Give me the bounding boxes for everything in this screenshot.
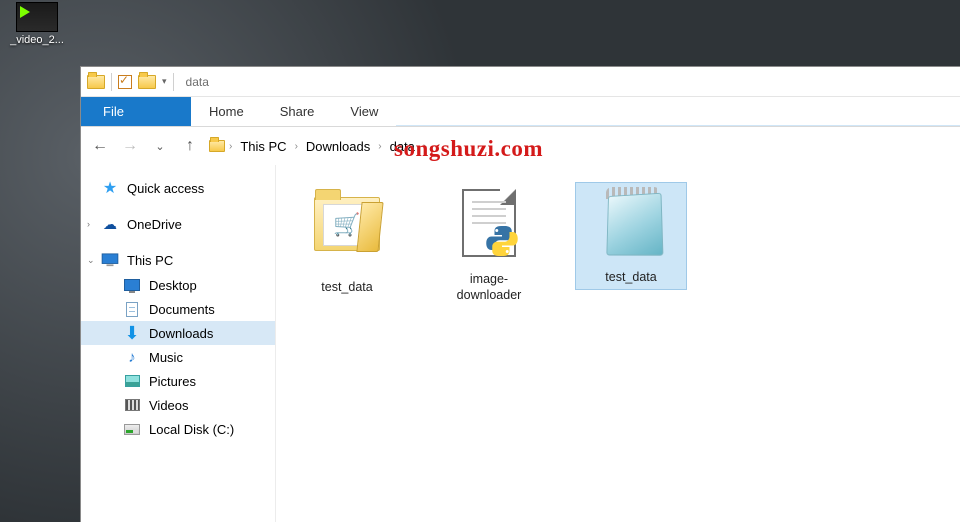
navigation-pane: ★ Quick access › ☁ OneDrive ⌄ This PC De… [81, 165, 276, 522]
nav-up-button[interactable]: ↑ [179, 135, 201, 157]
sidebar-item-downloads[interactable]: ⬇ Downloads [81, 321, 275, 345]
sidebar-item-videos[interactable]: Videos [81, 393, 275, 417]
sidebar-item-label: OneDrive [127, 217, 182, 232]
titlebar[interactable]: ▾ data [81, 67, 960, 97]
nav-recent-dropdown[interactable]: ⌄ [149, 135, 171, 157]
chevron-right-icon[interactable]: › [87, 219, 90, 229]
tab-home[interactable]: Home [191, 97, 262, 126]
file-label: test_data [296, 279, 398, 295]
separator [173, 73, 174, 91]
sidebar-item-music[interactable]: ♪ Music [81, 345, 275, 369]
nav-back-button[interactable]: ← [89, 135, 111, 157]
sidebar-item-documents[interactable]: Documents [81, 297, 275, 321]
sidebar-item-label: Documents [149, 302, 215, 317]
qat-dropdown-icon[interactable]: ▾ [162, 76, 167, 87]
desktop-shortcut-video[interactable]: _video_2... [0, 0, 74, 48]
explorer-body: ★ Quick access › ☁ OneDrive ⌄ This PC De… [81, 165, 960, 522]
sidebar-item-label: Videos [149, 398, 189, 413]
tab-view[interactable]: View [332, 97, 396, 126]
folder-icon [87, 75, 105, 89]
chevron-right-icon[interactable]: › [421, 141, 428, 152]
tab-share[interactable]: Share [262, 97, 333, 126]
file-label: test_data [580, 269, 682, 285]
sidebar-item-label: Quick access [127, 181, 204, 196]
pictures-icon [125, 375, 140, 387]
python-file-icon [449, 189, 529, 263]
sidebar-item-label: Desktop [149, 278, 197, 293]
notepad-icon [591, 187, 671, 261]
tab-file[interactable]: File [81, 97, 191, 126]
breadcrumb-label: data [390, 139, 415, 154]
sidebar-item-label: Music [149, 350, 183, 365]
chevron-down-icon[interactable]: ⌄ [87, 255, 95, 266]
file-list[interactable]: 🛒 test_data image-do [276, 165, 960, 522]
window-title: data [186, 75, 209, 89]
disk-icon [124, 424, 140, 435]
separator [111, 73, 112, 91]
breadcrumb-downloads[interactable]: Downloads [302, 137, 374, 156]
file-item-text[interactable]: test_data [576, 183, 686, 289]
document-icon [126, 302, 138, 317]
sidebar-item-pictures[interactable]: Pictures [81, 369, 275, 393]
sidebar-item-this-pc[interactable]: ⌄ This PC [81, 247, 275, 273]
sidebar-item-label: Local Disk (C:) [149, 422, 234, 437]
ribbon-tabs: File Home Share View [81, 97, 960, 127]
video-file-icon [16, 2, 58, 32]
ribbon-spacer [396, 97, 960, 126]
pc-icon [101, 251, 119, 269]
file-item-python[interactable]: image-downloader [434, 183, 544, 308]
cloud-icon: ☁ [101, 215, 119, 233]
address-bar[interactable]: › This PC › Downloads › data › [209, 133, 960, 159]
file-explorer-window: ▾ data File Home Share View ← → ⌄ ↑ › Th… [80, 66, 960, 522]
sidebar-item-onedrive[interactable]: › ☁ OneDrive [81, 211, 275, 237]
desktop-icon [124, 279, 140, 291]
sidebar-item-quick-access[interactable]: ★ Quick access [81, 175, 275, 201]
videos-icon [125, 399, 140, 411]
properties-icon[interactable] [118, 75, 132, 89]
file-item-folder[interactable]: 🛒 test_data [292, 183, 402, 299]
chevron-right-icon[interactable]: › [376, 141, 383, 152]
chevron-right-icon[interactable]: › [227, 141, 234, 152]
download-arrow-icon: ⬇ [123, 324, 141, 342]
breadcrumb-label: Downloads [306, 139, 370, 154]
breadcrumb-this-pc[interactable]: This PC [236, 137, 290, 156]
folder-icon [209, 140, 225, 152]
file-label: image-downloader [438, 271, 540, 304]
star-icon: ★ [101, 179, 119, 197]
folder-large-icon: 🛒 [307, 197, 387, 271]
breadcrumb-label: This PC [240, 139, 286, 154]
desktop-shortcut-label: _video_2... [2, 34, 72, 46]
nav-forward-button[interactable]: → [119, 135, 141, 157]
sidebar-item-desktop[interactable]: Desktop [81, 273, 275, 297]
sidebar-item-label: This PC [127, 253, 173, 268]
chevron-right-icon[interactable]: › [293, 141, 300, 152]
sidebar-item-label: Downloads [149, 326, 213, 341]
music-icon: ♪ [123, 348, 141, 366]
breadcrumb-data[interactable]: data [386, 137, 419, 156]
sidebar-item-local-disk[interactable]: Local Disk (C:) [81, 417, 275, 441]
new-folder-icon[interactable] [138, 75, 156, 89]
navigation-bar: ← → ⌄ ↑ › This PC › Downloads › data › [81, 127, 960, 165]
sidebar-item-label: Pictures [149, 374, 196, 389]
